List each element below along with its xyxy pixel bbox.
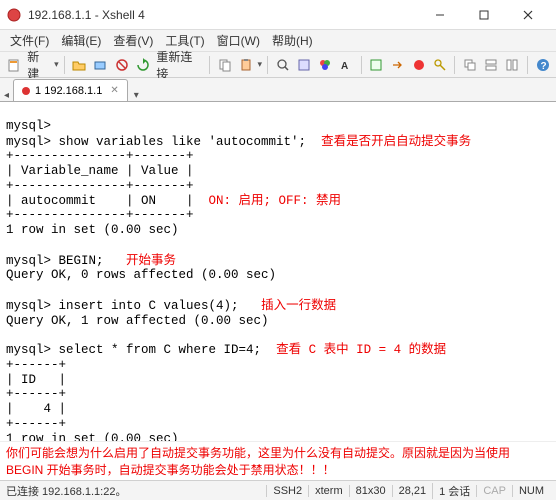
paste-button[interactable] xyxy=(236,55,255,75)
titlebar: 192.168.1.1 - Xshell 4 xyxy=(0,0,556,30)
minimize-button[interactable] xyxy=(418,1,462,29)
terminal[interactable]: mysql> mysql> show variables like 'autoc… xyxy=(0,102,556,441)
status-term: xterm xyxy=(308,485,349,497)
tile-h-button[interactable] xyxy=(482,55,501,75)
window-buttons xyxy=(418,1,550,29)
term-line: | ID | xyxy=(6,373,66,387)
tab-close-icon[interactable]: ✕ xyxy=(110,85,118,96)
bottom-note: 你们可能会想为什么启用了自动提交事务功能，这里为什么没有自动提交。原因就是因为当… xyxy=(0,441,556,480)
window-title: 192.168.1.1 - Xshell 4 xyxy=(28,8,418,22)
term-line: | 4 | xyxy=(6,402,66,416)
term-line: mysql> show variables like 'autocommit'; xyxy=(6,135,306,149)
term-line: mysql> select * from C where ID=4; xyxy=(6,343,261,357)
term-line: mysql> insert into C values(4); xyxy=(6,299,239,313)
new-button[interactable] xyxy=(4,55,23,75)
term-line: +------+ xyxy=(6,387,66,401)
menu-window[interactable]: 窗口(W) xyxy=(211,30,266,51)
key-button[interactable] xyxy=(430,55,449,75)
term-line: +------+ xyxy=(6,417,66,431)
annotation: 查看是否开启自动提交事务 xyxy=(321,134,471,148)
separator xyxy=(209,56,210,74)
term-line: +------+ xyxy=(6,358,66,372)
term-line: +---------------+-------+ xyxy=(6,149,194,163)
separator xyxy=(267,56,268,74)
term-line: Query OK, 0 rows affected (0.00 sec) xyxy=(6,268,276,282)
separator xyxy=(361,56,362,74)
status-pos: 28,21 xyxy=(392,485,433,497)
svg-text:?: ? xyxy=(540,61,546,72)
term-line: | Variable_name | Value | xyxy=(6,164,194,178)
term-line: Query OK, 1 row affected (0.00 sec) xyxy=(6,314,269,328)
status-size: 81x30 xyxy=(349,485,392,497)
tab-prev-icon[interactable]: ◂ xyxy=(4,90,9,101)
session-tab[interactable]: 1 192.168.1.1 ✕ xyxy=(13,79,128,101)
term-line: +---------------+-------+ xyxy=(6,208,194,222)
new-label: 新建 xyxy=(25,48,52,82)
status-ssh: SSH2 xyxy=(266,485,308,497)
copy-button[interactable] xyxy=(215,55,234,75)
status-sessions: 1 会话 xyxy=(432,483,476,499)
annotation: ON: 启用; OFF: 禁用 xyxy=(209,194,342,208)
status-connection: 已连接 192.168.1.1:22。 xyxy=(6,483,266,499)
connect-button[interactable] xyxy=(91,55,110,75)
status-dot-icon xyxy=(22,87,30,95)
status-cap: CAP xyxy=(476,485,512,497)
open-button[interactable] xyxy=(70,55,89,75)
record-button[interactable] xyxy=(409,55,428,75)
term-line: mysql> xyxy=(6,119,51,133)
term-line: 1 row in set (0.00 sec) xyxy=(6,432,179,442)
separator xyxy=(454,56,455,74)
toolbar: 新建 ▾ 重新连接 ▾ A ? xyxy=(0,52,556,78)
annotation: 插入一行数据 xyxy=(261,298,336,312)
menu-view[interactable]: 查看(V) xyxy=(107,30,159,51)
dropdown-icon[interactable]: ▾ xyxy=(54,59,59,70)
menu-help[interactable]: 帮助(H) xyxy=(266,30,319,51)
tile-v-button[interactable] xyxy=(503,55,522,75)
reconnect-button[interactable] xyxy=(133,55,152,75)
separator xyxy=(527,56,528,74)
statusbar: 已连接 192.168.1.1:22。 SSH2 xterm 81x30 28,… xyxy=(0,480,556,500)
menu-edit[interactable]: 编辑(E) xyxy=(55,30,107,51)
status-num: NUM xyxy=(512,485,550,497)
menubar: 文件(F) 编辑(E) 查看(V) 工具(T) 窗口(W) 帮助(H) xyxy=(0,30,556,52)
properties-button[interactable] xyxy=(294,55,313,75)
term-line: +---------------+-------+ xyxy=(6,179,194,193)
tabbar: ◂ 1 192.168.1.1 ✕ ▾ xyxy=(0,78,556,102)
script-button[interactable] xyxy=(367,55,386,75)
annotation: 开始事务 xyxy=(126,253,176,267)
find-button[interactable] xyxy=(273,55,292,75)
term-line: 1 row in set (0.00 sec) xyxy=(6,223,179,237)
font-button[interactable]: A xyxy=(337,55,356,75)
color-button[interactable] xyxy=(315,55,334,75)
tab-label: 1 192.168.1.1 xyxy=(35,85,102,97)
cascade-button[interactable] xyxy=(460,55,479,75)
annotation: 查看 C 表中 ID = 4 的数据 xyxy=(276,343,446,357)
separator xyxy=(64,56,65,74)
disconnect-button[interactable] xyxy=(112,55,131,75)
help-button[interactable]: ? xyxy=(533,55,552,75)
close-button[interactable] xyxy=(506,1,550,29)
term-line: | autocommit | ON | xyxy=(6,194,194,208)
transfer-button[interactable] xyxy=(388,55,407,75)
app-icon xyxy=(6,7,22,23)
reconnect-label: 重新连接 xyxy=(154,48,204,82)
dropdown-icon[interactable]: ▾ xyxy=(258,59,263,70)
term-line: mysql> BEGIN; xyxy=(6,254,104,268)
tabs-dropdown-icon[interactable]: ▾ xyxy=(134,90,139,101)
maximize-button[interactable] xyxy=(462,1,506,29)
svg-text:A: A xyxy=(341,61,348,72)
